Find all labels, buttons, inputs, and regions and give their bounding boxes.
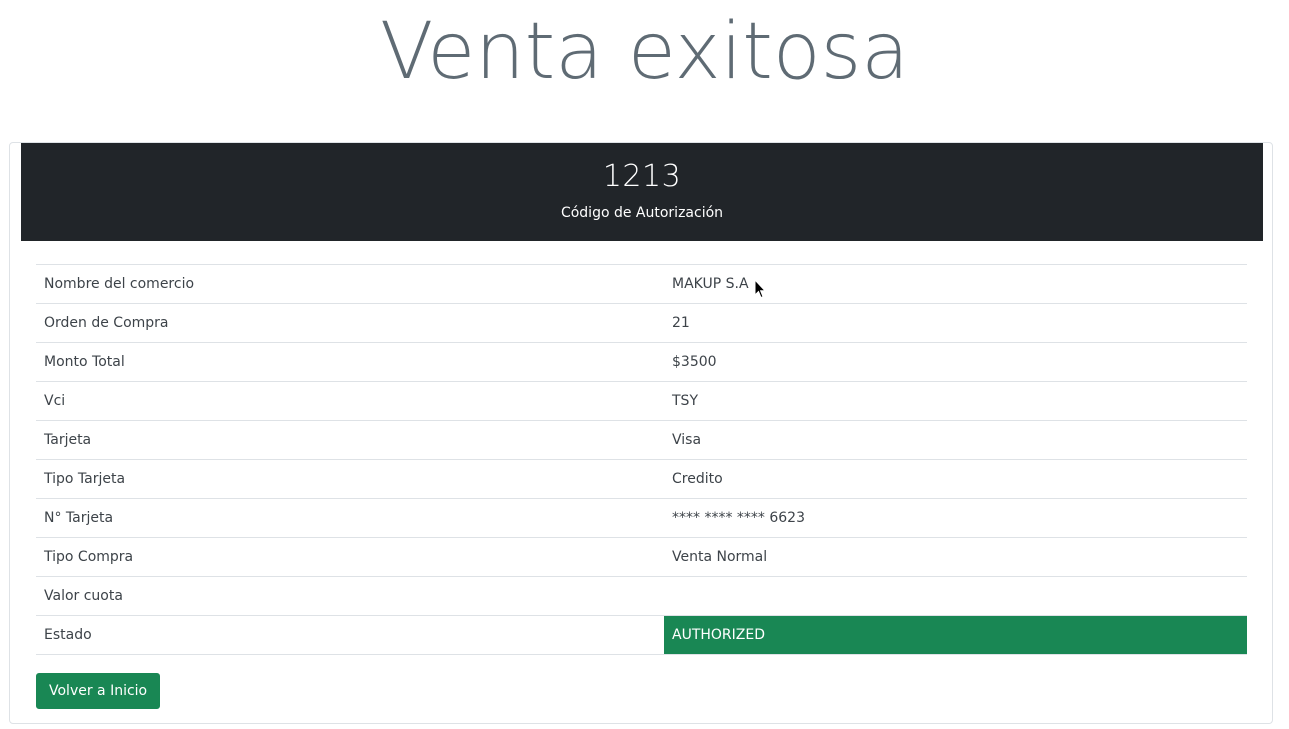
status-badge: AUTHORIZED xyxy=(664,615,1247,655)
detail-label: Monto Total xyxy=(44,354,125,370)
detail-label: Orden de Compra xyxy=(44,315,169,331)
table-row: Tarjeta Visa xyxy=(36,420,1247,460)
detail-value: **** **** **** 6623 xyxy=(672,510,805,526)
detail-label: Tipo Tarjeta xyxy=(44,471,126,487)
authorization-header: 1213 Código de Autorización xyxy=(21,143,1263,241)
page: Venta exitosa 1213 Código de Autorizació… xyxy=(0,0,1289,729)
table-row: Monto Total $3500 xyxy=(36,342,1247,382)
detail-label: Tipo Compra xyxy=(44,549,134,565)
transaction-details-table: Nombre del comercio MAKUP S.A Orden de C… xyxy=(36,264,1247,655)
detail-value: MAKUP S.A xyxy=(672,276,749,292)
detail-label: Vci xyxy=(44,393,66,409)
detail-value: Venta Normal xyxy=(672,549,768,565)
table-row: Vci TSY xyxy=(36,381,1247,421)
page-title: Venta exitosa xyxy=(379,7,910,97)
table-row: Valor cuota xyxy=(36,576,1247,616)
mouse-pointer-icon xyxy=(754,279,766,299)
detail-value xyxy=(664,577,1247,616)
detail-label: Valor cuota xyxy=(44,588,123,604)
detail-label: Tarjeta xyxy=(44,432,92,448)
table-row: Estado AUTHORIZED xyxy=(36,615,1247,655)
detail-label: Estado xyxy=(44,627,92,643)
detail-value: $3500 xyxy=(672,354,717,370)
detail-label: N° Tarjeta xyxy=(44,510,114,526)
table-row: Orden de Compra 21 xyxy=(36,303,1247,343)
back-to-home-button[interactable]: Volver a Inicio xyxy=(36,673,161,709)
transaction-card: 1213 Código de Autorización Nombre del c… xyxy=(9,142,1273,724)
detail-value: Credito xyxy=(672,471,723,487)
authorization-code: 1213 xyxy=(602,159,682,194)
detail-value: Visa xyxy=(672,432,702,448)
detail-label: Nombre del comercio xyxy=(44,276,195,292)
detail-value: TSY xyxy=(672,393,698,409)
table-row: N° Tarjeta **** **** **** 6623 xyxy=(36,498,1247,538)
detail-value: 21 xyxy=(672,315,690,331)
table-row: Nombre del comercio MAKUP S.A xyxy=(36,264,1247,304)
table-row: Tipo Compra Venta Normal xyxy=(36,537,1247,577)
authorization-code-label: Código de Autorización xyxy=(560,205,724,221)
table-row: Tipo Tarjeta Credito xyxy=(36,459,1247,499)
